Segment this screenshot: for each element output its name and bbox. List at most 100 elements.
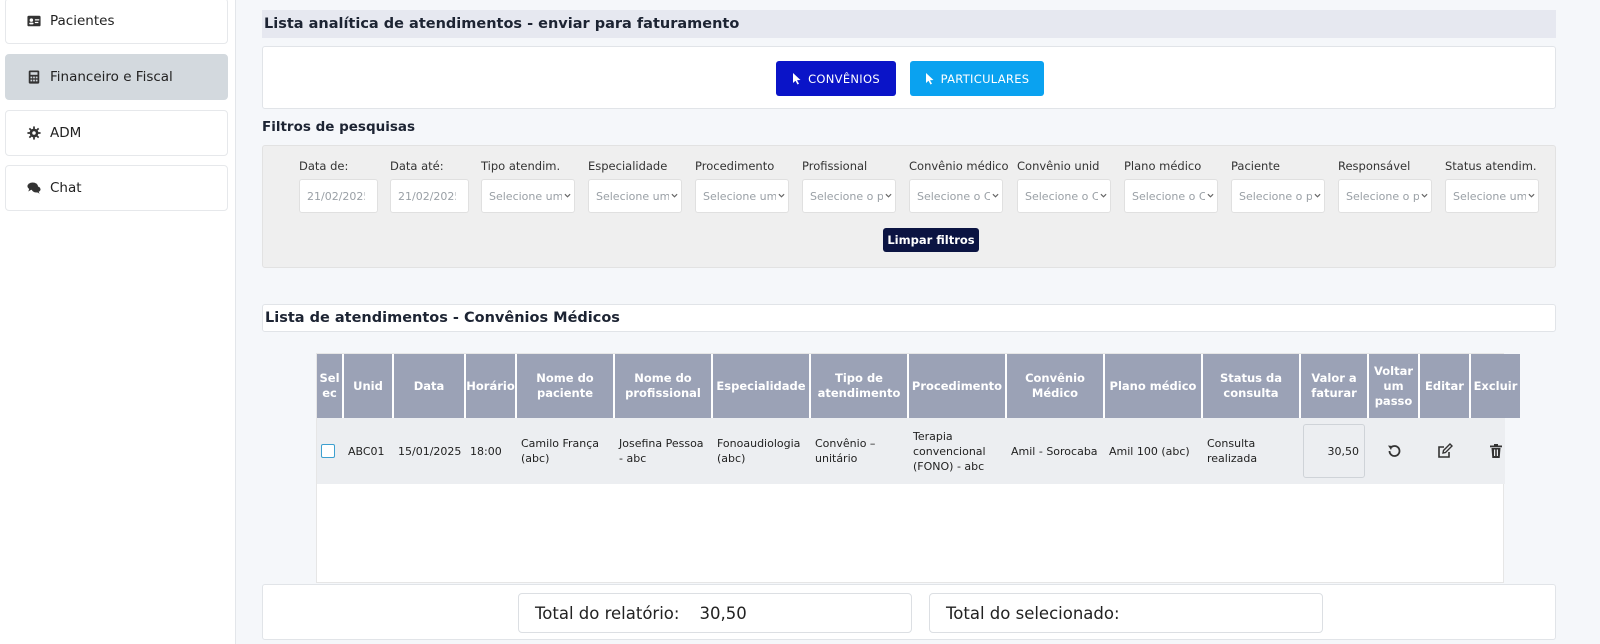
chat-icon <box>26 180 42 196</box>
cell-valor: 30,50 <box>1301 418 1367 484</box>
category-buttons-panel: CONVÊNIOS PARTICULARES <box>262 46 1556 109</box>
filter-label: Status atendim. <box>1445 159 1537 173</box>
main-content: Lista analítica de atendimentos - enviar… <box>236 0 1600 644</box>
total-report-value: 30,50 <box>699 603 747 623</box>
particulares-button[interactable]: PARTICULARES <box>910 61 1044 96</box>
cell-data: 15/01/2025 <box>398 444 462 458</box>
undo-step-button[interactable] <box>1369 418 1418 484</box>
col-header-plano: Plano médico <box>1105 354 1201 418</box>
cell-especialidade: Fonoaudiologia (abc) <box>717 437 801 465</box>
chevron-down-icon <box>885 193 892 198</box>
filter-status-atendimento: Status atendim. Selecione uma <box>1445 159 1539 213</box>
cell-horario: 18:00 <box>470 444 502 458</box>
col-header-convenio: Convênio Médico <box>1007 354 1103 418</box>
cell-unid: ABC01 <box>348 444 385 458</box>
clear-filters-button[interactable]: Limpar filtros <box>883 228 979 252</box>
filter-label: Procedimento <box>695 159 775 173</box>
cell-status: Consulta realizada <box>1207 437 1258 465</box>
filter-label: Tipo atendim. <box>481 159 561 173</box>
total-selected: Total do selecionado: <box>929 593 1323 633</box>
filter-profissional: Profissional Selecione o pro <box>802 159 896 213</box>
chevron-down-icon <box>992 193 999 198</box>
filter-label: Profissional <box>802 159 868 173</box>
gear-icon <box>26 125 42 141</box>
filter-data-de: Data de: 21/02/2025 <box>299 159 378 213</box>
filter-label: Data até: <box>390 159 444 173</box>
undo-icon <box>1387 445 1400 457</box>
chevron-down-icon <box>564 193 571 198</box>
sidebar-item-chat[interactable]: Chat <box>5 165 228 211</box>
filter-label: Plano médico <box>1124 159 1202 173</box>
cell-plano: Amil 100 (abc) <box>1109 444 1190 458</box>
col-header-editar: Editar <box>1420 354 1469 418</box>
sidebar-item-pacientes[interactable]: Pacientes <box>5 0 228 44</box>
table-row: ABC01 15/01/2025 18:00 Camilo França (ab… <box>317 418 1505 484</box>
col-header-excluir: Excluir <box>1471 354 1520 418</box>
filters-title: Filtros de pesquisas <box>262 119 416 135</box>
sidebar-item-label: Pacientes <box>50 13 115 29</box>
cell-paciente: Camilo França (abc) <box>521 437 600 465</box>
list-title: Lista de atendimentos - Convênios Médico… <box>262 304 1556 332</box>
col-header-profissional: Nome do profissional <box>615 354 711 418</box>
edit-button[interactable] <box>1420 418 1469 484</box>
profissional-select[interactable]: Selecione o pro <box>802 179 896 213</box>
sidebar-item-adm[interactable]: ADM <box>5 110 228 156</box>
sidebar: Pacientes Financeiro e Fiscal ADM Chat <box>0 0 236 644</box>
status-atendimento-select[interactable]: Selecione uma <box>1445 179 1539 213</box>
plano-medico-select[interactable]: Selecione o Co <box>1124 179 1218 213</box>
select-cell <box>317 418 342 484</box>
especialidade-select[interactable]: Selecione uma <box>588 179 682 213</box>
tipo-atendimento-select[interactable]: Selecione uma <box>481 179 575 213</box>
cell-procedimento: Terapia convencional (FONO) - abc <box>913 429 986 473</box>
filter-paciente: Paciente Selecione o pa <box>1231 159 1325 213</box>
col-header-voltar: Voltar um passo <box>1369 354 1418 418</box>
sidebar-item-financeiro[interactable]: Financeiro e Fiscal <box>5 54 228 100</box>
totals-panel: Total do relatório: 30,50 Total do selec… <box>262 584 1556 640</box>
filter-procedimento: Procedimento Selecione uma <box>695 159 789 213</box>
procedimento-select[interactable]: Selecione uma <box>695 179 789 213</box>
sidebar-item-label: Chat <box>50 180 82 196</box>
particulares-button-label: PARTICULARES <box>940 71 1030 86</box>
filter-convenio-unid: Convênio unid Selecione o Co <box>1017 159 1111 213</box>
col-header-procedimento: Procedimento <box>909 354 1005 418</box>
chevron-down-icon <box>1207 193 1214 198</box>
col-header-status: Status da consulta <box>1203 354 1299 418</box>
responsavel-select[interactable]: Selecione o pa <box>1338 179 1432 213</box>
convenios-button[interactable]: CONVÊNIOS <box>776 61 896 96</box>
delete-button[interactable] <box>1471 418 1520 484</box>
filter-convenio-medico: Convênio médico Selecione o Co <box>909 159 1009 213</box>
filter-data-ate: Data até: 21/02/2025 <box>390 159 469 213</box>
filter-responsavel: Responsável Selecione o pa <box>1338 159 1432 213</box>
date-from-input[interactable]: 21/02/2025 <box>299 179 378 213</box>
filter-plano-medico: Plano médico Selecione o Co <box>1124 159 1218 213</box>
page-title: Lista analítica de atendimentos - enviar… <box>262 10 1556 38</box>
col-header-especialidade: Especialidade <box>713 354 809 418</box>
chevron-down-icon <box>1100 193 1107 198</box>
appointments-table: Sel ec Unid Data Horário Nome do pacient… <box>316 353 1520 583</box>
paciente-select[interactable]: Selecione o pa <box>1231 179 1325 213</box>
cell-convenio: Amil - Sorocaba <box>1011 444 1098 458</box>
cell-profissional: Josefina Pessoa - abc <box>619 437 704 465</box>
col-header-selec: Sel ec <box>317 354 342 418</box>
col-header-data: Data <box>394 354 464 418</box>
date-to-input[interactable]: 21/02/2025 <box>390 179 469 213</box>
filter-label: Convênio médico <box>909 159 1009 173</box>
col-header-valor: Valor a faturar <box>1301 354 1367 418</box>
convenio-medico-select[interactable]: Selecione o Co <box>909 179 1003 213</box>
row-select-checkbox[interactable] <box>321 444 335 458</box>
cursor-icon <box>793 72 801 84</box>
total-report-label: Total do relatório: <box>535 603 680 623</box>
total-report: Total do relatório: 30,50 <box>518 593 912 633</box>
id-card-icon <box>26 13 42 29</box>
filter-label: Paciente <box>1231 159 1280 173</box>
valor-input[interactable]: 30,50 <box>1303 424 1365 478</box>
total-selected-label: Total do selecionado: <box>946 603 1120 623</box>
cursor-icon <box>925 72 934 84</box>
cell-tipo: Convênio – unitário <box>815 437 876 465</box>
convenios-button-label: CONVÊNIOS <box>808 71 880 86</box>
col-header-horario: Horário <box>466 354 515 418</box>
convenio-unid-select[interactable]: Selecione o Co <box>1017 179 1111 213</box>
chevron-down-icon <box>1528 193 1535 198</box>
calculator-icon <box>26 69 42 85</box>
chevron-down-icon <box>778 193 785 198</box>
